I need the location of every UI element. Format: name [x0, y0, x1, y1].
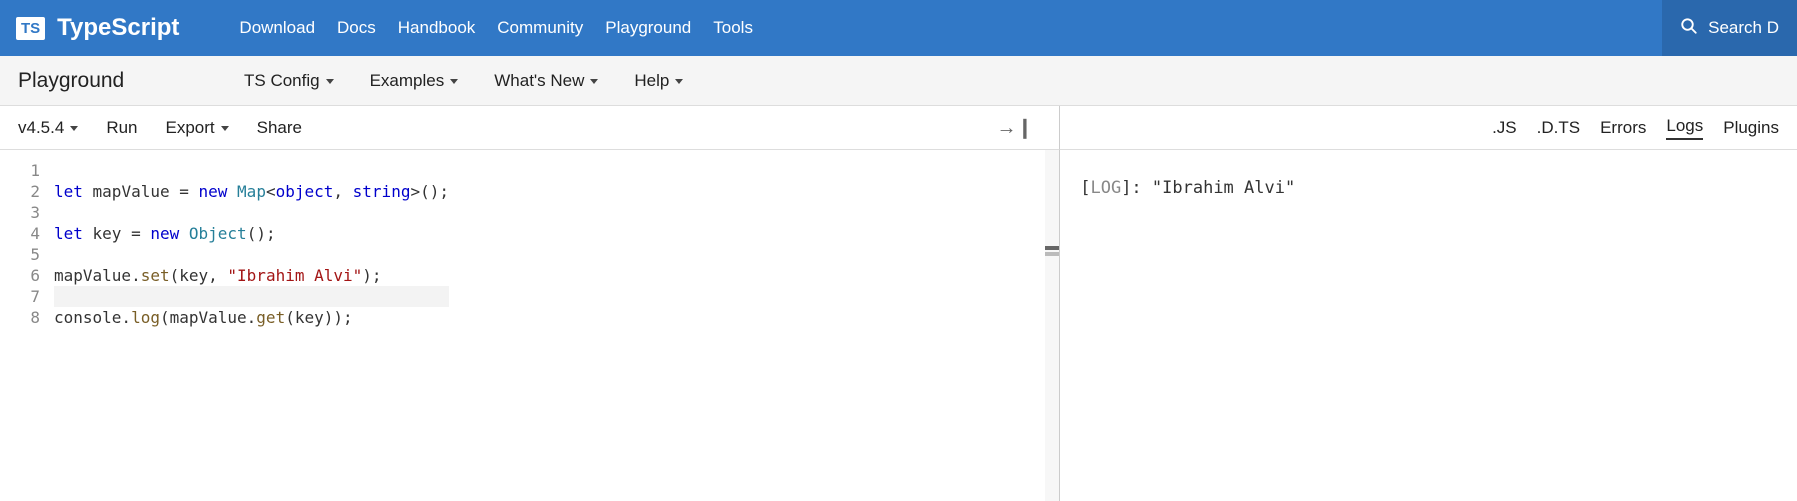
nav-docs[interactable]: Docs — [337, 18, 376, 38]
code-line[interactable]: mapValue.set(key, "Ibrahim Alvi"); — [54, 265, 449, 286]
output-panel: [LOG]: "Ibrahim Alvi" — [1060, 150, 1797, 501]
chevron-down-icon — [221, 126, 229, 131]
code-line[interactable]: let key = new Object(); — [54, 223, 449, 244]
menu-whats-new[interactable]: What's New — [494, 71, 598, 91]
tab-errors[interactable]: Errors — [1600, 118, 1646, 138]
tab-plugins[interactable]: Plugins — [1723, 118, 1779, 138]
nav-community[interactable]: Community — [497, 18, 583, 38]
brand-name: TypeScript — [57, 14, 179, 42]
search-label: Search D — [1708, 18, 1779, 38]
line-number: 2 — [0, 181, 40, 202]
logo-badge: TS — [16, 17, 45, 40]
share-button[interactable]: Share — [257, 118, 302, 138]
log-value: "Ibrahim Alvi" — [1152, 178, 1295, 198]
top-nav: TS TypeScript Download Docs Handbook Com… — [0, 0, 1797, 56]
log-bracket: [ — [1080, 178, 1090, 198]
code-line[interactable] — [54, 244, 449, 265]
scrollbar[interactable] — [1045, 150, 1059, 501]
code-line[interactable]: let mapValue = new Map<object, string>()… — [54, 181, 449, 202]
code-line[interactable]: console.log(mapValue.get(key)); — [54, 307, 449, 328]
line-number: 1 — [0, 160, 40, 181]
nav-tools[interactable]: Tools — [713, 18, 753, 38]
run-button[interactable]: Run — [106, 118, 137, 138]
nav-playground[interactable]: Playground — [605, 18, 691, 38]
menu-examples[interactable]: Examples — [370, 71, 459, 91]
page-title: Playground — [18, 69, 208, 93]
code-content[interactable]: let mapValue = new Map<object, string>()… — [54, 150, 449, 501]
tab-logs[interactable]: Logs — [1666, 116, 1703, 140]
menu-ts-config[interactable]: TS Config — [244, 71, 334, 91]
nav-links: Download Docs Handbook Community Playgro… — [239, 18, 753, 38]
log-suffix: ]: — [1121, 178, 1152, 198]
main-split: 12345678 let mapValue = new Map<object, … — [0, 150, 1797, 501]
code-line[interactable] — [54, 160, 449, 181]
tab-dts[interactable]: .D.TS — [1537, 118, 1580, 138]
log-output: [LOG]: "Ibrahim Alvi" — [1060, 150, 1797, 226]
line-number: 5 — [0, 244, 40, 265]
menu-label: Help — [634, 71, 669, 91]
chevron-down-icon — [450, 79, 458, 84]
search-box[interactable]: Search D — [1662, 0, 1797, 56]
output-tabs: .JS .D.TS Errors Logs Plugins — [1060, 106, 1797, 150]
export-label: Export — [166, 118, 215, 138]
nav-handbook[interactable]: Handbook — [398, 18, 476, 38]
line-gutter: 12345678 — [0, 150, 54, 501]
menu-label: Examples — [370, 71, 445, 91]
line-number: 8 — [0, 307, 40, 328]
chevron-down-icon — [326, 79, 334, 84]
code-editor[interactable]: 12345678 let mapValue = new Map<object, … — [0, 150, 1060, 501]
chevron-down-icon — [590, 79, 598, 84]
version-label: v4.5.4 — [18, 118, 64, 138]
chevron-down-icon — [675, 79, 683, 84]
sub-nav: Playground TS Config Examples What's New… — [0, 56, 1797, 106]
menu-label: What's New — [494, 71, 584, 91]
line-number: 6 — [0, 265, 40, 286]
editor-toolbar: v4.5.4 Run Export Share →❙ — [0, 106, 1060, 150]
log-tag: LOG — [1090, 178, 1121, 198]
menu-help[interactable]: Help — [634, 71, 683, 91]
line-number: 3 — [0, 202, 40, 223]
nav-download[interactable]: Download — [239, 18, 315, 38]
scroll-marker — [1045, 246, 1059, 250]
version-selector[interactable]: v4.5.4 — [18, 118, 78, 138]
chevron-down-icon — [70, 126, 78, 131]
code-line[interactable] — [54, 286, 449, 307]
scroll-marker — [1045, 252, 1059, 256]
menu-label: TS Config — [244, 71, 320, 91]
code-line[interactable] — [54, 202, 449, 223]
tab-js[interactable]: .JS — [1492, 118, 1517, 138]
line-number: 7 — [0, 286, 40, 307]
line-number: 4 — [0, 223, 40, 244]
export-button[interactable]: Export — [166, 118, 229, 138]
run-arrow-icon[interactable]: →❙ — [996, 115, 1041, 140]
search-icon — [1680, 17, 1698, 40]
